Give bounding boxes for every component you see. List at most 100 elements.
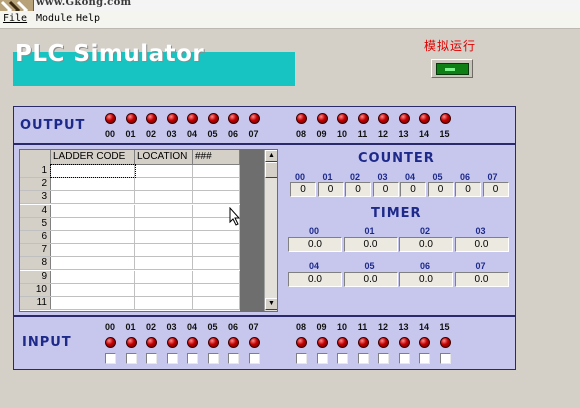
output-num-07: 07: [248, 129, 259, 139]
grid-cell-location[interactable]: [135, 204, 193, 217]
grid-cell-ladder-code[interactable]: [51, 297, 135, 309]
input-led-13: [398, 337, 410, 348]
input-switch-00[interactable]: [105, 353, 116, 364]
grid-cell-location[interactable]: [135, 244, 193, 257]
grid-cell-hash[interactable]: [193, 165, 240, 177]
scroll-down-icon[interactable]: ▼: [265, 298, 277, 310]
grid-cell-location[interactable]: [135, 257, 193, 270]
grid-cell-location[interactable]: [135, 283, 193, 296]
output-led-12: [378, 113, 389, 124]
output-num-11: 11: [357, 129, 368, 139]
grid-cell-hash[interactable]: [193, 231, 240, 243]
menu-file[interactable]: File: [3, 13, 27, 24]
timer-value-00: 0.0: [288, 237, 342, 252]
grid-cell-location[interactable]: [135, 191, 193, 204]
grid-scrollbar[interactable]: ▲ ▼: [264, 150, 277, 311]
output-led-10: [337, 113, 348, 124]
grid-cell-ladder-code[interactable]: [51, 231, 135, 243]
input-led-02: [146, 337, 157, 348]
input-led-11: [357, 337, 369, 348]
grid-col-hash[interactable]: ###: [193, 150, 240, 165]
grid-cell-location[interactable]: [135, 231, 193, 243]
grid-cell-ladder-code[interactable]: [50, 164, 136, 178]
counter-value-07: 0: [482, 182, 509, 197]
output-num-02: 02: [145, 129, 156, 139]
output-num-13: 13: [398, 129, 409, 139]
output-num-10: 10: [336, 129, 347, 139]
menu-module[interactable]: Module: [36, 13, 72, 24]
input-switch-06[interactable]: [228, 353, 239, 364]
counter-label-01: 01: [322, 172, 333, 182]
input-switch-02[interactable]: [146, 353, 157, 364]
input-num-05: 05: [207, 322, 218, 332]
timer-title: TIMER: [371, 206, 422, 221]
input-switch-15[interactable]: [439, 353, 451, 364]
grid-cell-hash[interactable]: [193, 244, 240, 257]
grid-cell-location[interactable]: [135, 217, 193, 230]
grid-cell-location[interactable]: [135, 270, 193, 283]
output-num-09: 09: [316, 129, 327, 139]
output-led-06: [228, 113, 239, 124]
input-switch-13[interactable]: [398, 353, 410, 364]
menu-file-label: File: [3, 13, 28, 24]
grid-cell-location[interactable]: [135, 178, 193, 191]
grid-cell-ladder-code[interactable]: [51, 270, 135, 283]
grid-empty-area: [240, 150, 264, 311]
input-led-05: [207, 337, 219, 348]
input-switch-14[interactable]: [419, 353, 430, 364]
timer-label-07: 07: [475, 261, 486, 271]
grid-cell-ladder-code[interactable]: [51, 178, 135, 191]
grid-cell-hash[interactable]: [193, 191, 240, 204]
output-num-00: 00: [104, 129, 115, 139]
input-switch-04[interactable]: [187, 353, 198, 364]
scroll-up-icon[interactable]: ▲: [265, 150, 277, 162]
input-switch-07[interactable]: [248, 353, 260, 364]
grid-cell-ladder-code[interactable]: [51, 191, 135, 204]
input-led-12: [378, 337, 389, 348]
grid-col-ladder-code[interactable]: LADDER CODE: [51, 150, 135, 165]
ladder-grid[interactable]: LADDER CODE LOCATION ### 1 2 3 4 5 6 7 8 9 10 11 ▲…: [19, 149, 278, 312]
input-switch-05[interactable]: [207, 353, 219, 364]
scroll-thumb[interactable]: [265, 162, 277, 178]
input-led-08: [296, 337, 307, 348]
input-switch-10[interactable]: [337, 353, 348, 364]
timer-value-05: 0.0: [343, 272, 398, 287]
grid-row: 3: [20, 191, 240, 205]
grid-cell-hash[interactable]: [193, 257, 240, 270]
input-num-11: 11: [357, 322, 368, 332]
grid-cell-hash[interactable]: [193, 270, 240, 283]
input-switch-01[interactable]: [125, 353, 137, 364]
grid-cell-ladder-code[interactable]: [51, 244, 135, 257]
grid-cell-ladder-code[interactable]: [51, 257, 135, 270]
input-switch-12[interactable]: [378, 353, 389, 364]
menu-help[interactable]: Help: [76, 13, 100, 24]
input-panel: INPUT 00 01 02 03 04 05 06 07 08 09 10 11 12 13 14 15: [13, 316, 516, 370]
input-led-10: [337, 337, 348, 348]
grid-cell-hash[interactable]: [193, 283, 240, 296]
grid-cell-ladder-code[interactable]: [51, 283, 135, 296]
output-led-09: [316, 113, 328, 124]
counter-value-03: 0: [372, 182, 399, 197]
output-num-12: 12: [377, 129, 388, 139]
input-switch-08[interactable]: [296, 353, 307, 364]
output-led-05: [207, 113, 219, 124]
counter-label-07: 07: [487, 172, 498, 182]
grid-cell-ladder-code[interactable]: [51, 217, 135, 230]
grid-col-location[interactable]: LOCATION: [135, 150, 193, 165]
counter-value-05: 0: [427, 182, 454, 197]
grid-cell-hash[interactable]: [193, 178, 240, 191]
input-switch-03[interactable]: [166, 353, 178, 364]
grid-cell-ladder-code[interactable]: [51, 204, 135, 217]
output-led-11: [357, 113, 369, 124]
output-led-02: [146, 113, 157, 124]
input-led-09: [316, 337, 328, 348]
output-title: OUTPUT: [20, 118, 86, 133]
grid-cell-location[interactable]: [135, 165, 193, 177]
grid-corner: [20, 150, 51, 165]
input-switch-09[interactable]: [316, 353, 328, 364]
input-switch-11[interactable]: [357, 353, 369, 364]
grid-cell-hash[interactable]: [193, 297, 240, 309]
counter-value-06: 0: [455, 182, 481, 197]
grid-cell-location[interactable]: [135, 297, 193, 309]
simulate-run-button[interactable]: [431, 59, 473, 78]
